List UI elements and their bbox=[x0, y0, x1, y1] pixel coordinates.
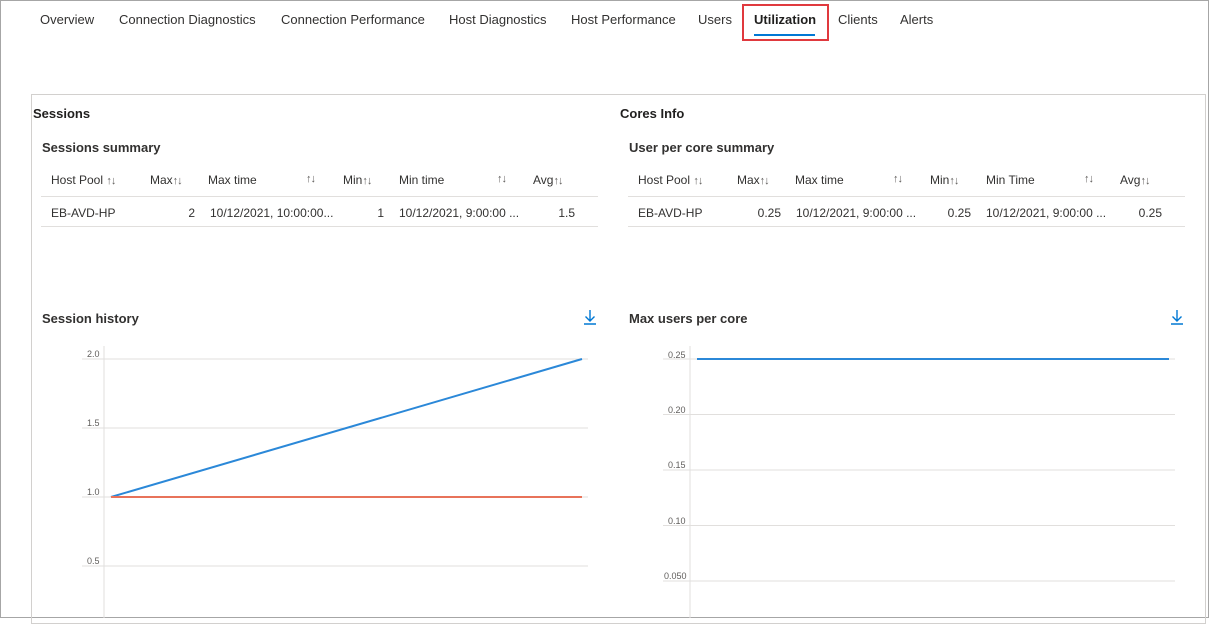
max-users-per-core-plot bbox=[663, 346, 1175, 618]
